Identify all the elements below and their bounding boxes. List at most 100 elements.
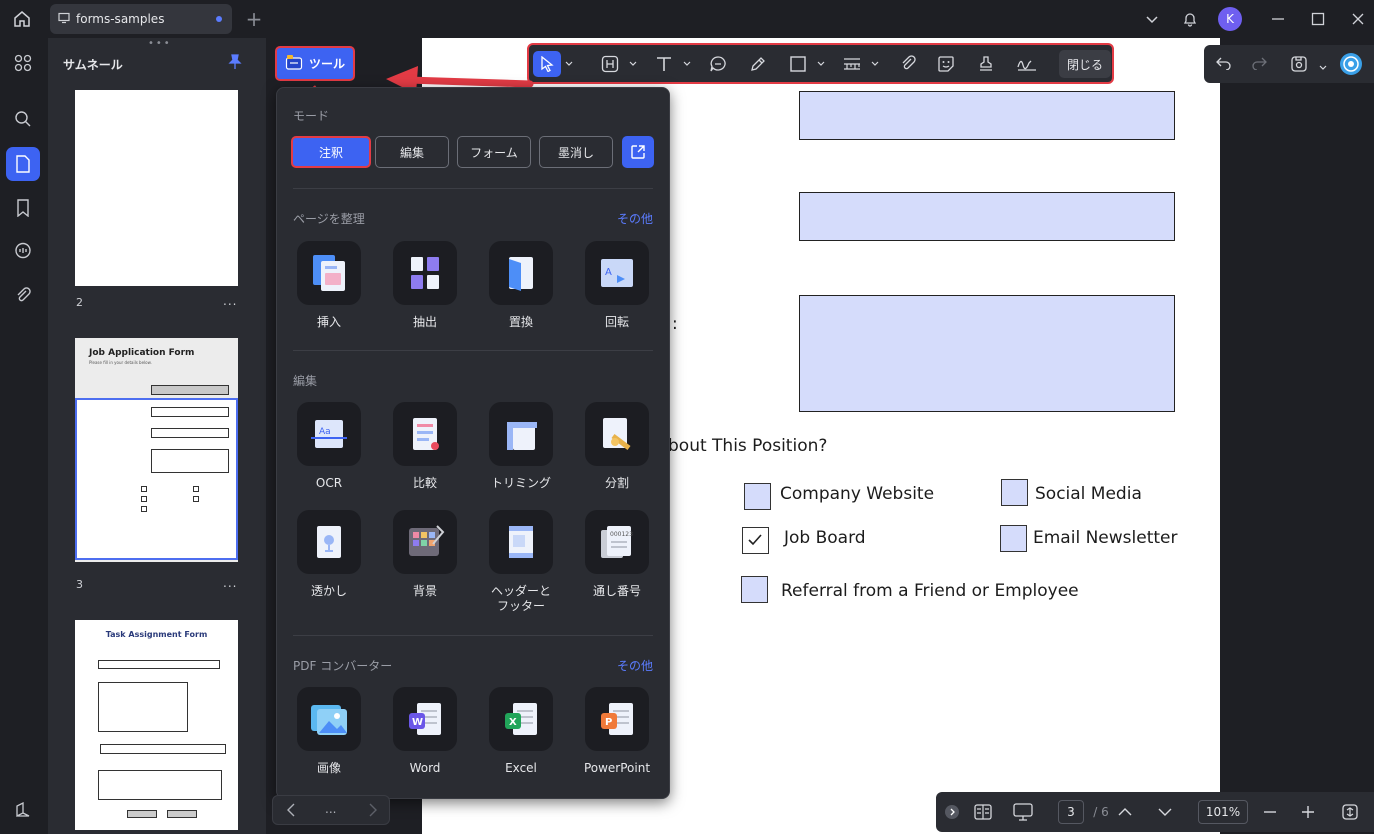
split-icon[interactable] xyxy=(585,402,649,466)
layers-icon[interactable] xyxy=(6,793,40,827)
partial-field-label: : xyxy=(672,314,678,334)
chevron-up-icon[interactable] xyxy=(1112,792,1138,832)
insert-page-icon[interactable] xyxy=(297,241,361,305)
new-tab-plus-icon[interactable]: + xyxy=(232,0,276,38)
page-layout-icon[interactable] xyxy=(970,792,996,832)
extract-page-icon[interactable] xyxy=(393,241,457,305)
chevron-down-icon[interactable] xyxy=(681,51,693,77)
save-icon[interactable] xyxy=(1290,55,1308,76)
bates-number-icon[interactable]: 000123 xyxy=(585,510,649,574)
redo-icon[interactable] xyxy=(1251,56,1267,73)
svg-text:W: W xyxy=(412,717,423,728)
ocr-icon[interactable]: Aa xyxy=(297,402,361,466)
highlight-text-icon[interactable] xyxy=(597,51,623,77)
powerpoint-convert-icon[interactable]: P xyxy=(585,687,649,751)
question-label: bout This Position? xyxy=(668,436,828,456)
form-text-field[interactable] xyxy=(799,91,1175,140)
mode-edit-button[interactable]: 編集 xyxy=(375,136,449,168)
thumbnail-form-title: Job Application Form xyxy=(89,348,195,358)
thumbnail-page-number: 3 xyxy=(76,578,83,591)
open-external-icon[interactable] xyxy=(622,136,654,168)
crop-icon[interactable] xyxy=(489,402,553,466)
home-icon[interactable] xyxy=(0,0,44,38)
sticker-icon[interactable] xyxy=(933,51,959,77)
page-total: / 6 xyxy=(1093,805,1109,819)
checkbox-job-board[interactable] xyxy=(742,527,769,554)
pencil-icon[interactable] xyxy=(745,51,771,77)
mode-redact-button[interactable]: 墨消し xyxy=(539,136,613,168)
chevron-down-icon[interactable] xyxy=(1152,792,1178,832)
form-text-field[interactable] xyxy=(799,192,1175,241)
tool-label: Excel xyxy=(505,761,537,775)
rectangle-shape-icon[interactable] xyxy=(785,51,811,77)
header-footer-icon[interactable] xyxy=(489,510,553,574)
fit-page-icon[interactable] xyxy=(1338,792,1362,832)
undo-icon[interactable] xyxy=(1216,56,1232,73)
mode-annotate-button[interactable]: 注釈 xyxy=(291,136,371,168)
document-tab[interactable]: forms-samples xyxy=(50,4,232,34)
close-window-icon[interactable] xyxy=(1336,0,1374,38)
organize-more-link[interactable]: その他 xyxy=(617,210,653,227)
close-toolbar-button[interactable]: 閉じる xyxy=(1059,50,1111,78)
attachment-icon[interactable] xyxy=(6,278,40,312)
compare-icon[interactable] xyxy=(393,402,457,466)
search-icon[interactable] xyxy=(6,102,40,136)
thumbnails-page-icon[interactable] xyxy=(6,147,40,181)
organize-section-title: ページを整理 xyxy=(293,212,365,226)
converter-more-link[interactable]: その他 xyxy=(617,657,653,674)
pager-dots[interactable]: ... xyxy=(325,802,336,816)
zoom-out-icon[interactable] xyxy=(1258,792,1282,832)
rotate-page-icon[interactable]: A xyxy=(585,241,649,305)
maximize-icon[interactable] xyxy=(1296,0,1340,38)
zoom-level-input[interactable]: 101% xyxy=(1198,800,1248,824)
bell-icon[interactable] xyxy=(1168,0,1212,38)
avatar[interactable]: K xyxy=(1218,7,1242,31)
zoom-in-icon[interactable] xyxy=(1296,792,1320,832)
page-number-input[interactable]: 3 xyxy=(1058,800,1084,824)
tool-label: 比較 xyxy=(412,476,437,490)
chevron-left-icon[interactable] xyxy=(287,803,295,820)
pin-icon[interactable] xyxy=(228,54,242,73)
chevron-down-icon[interactable] xyxy=(815,51,827,77)
apps-grid-icon[interactable] xyxy=(6,46,40,80)
chevron-down-icon[interactable] xyxy=(563,51,575,77)
thumbnail-more-button[interactable]: ... xyxy=(223,576,237,590)
chevron-right-icon[interactable] xyxy=(369,803,377,820)
tools-popup: モード 注釈 編集 フォーム 墨消し ページを整理 その他 挿入 抽出 置換 A… xyxy=(276,87,670,799)
page-thumbnail-2[interactable] xyxy=(75,90,238,286)
comment-bubble-icon[interactable] xyxy=(705,51,731,77)
excel-convert-icon[interactable]: X xyxy=(489,687,553,751)
form-textarea-field[interactable] xyxy=(799,295,1175,412)
stamp-icon[interactable] xyxy=(973,51,999,77)
bookmark-icon[interactable] xyxy=(6,191,40,225)
checkbox-email-newsletter[interactable] xyxy=(1000,525,1027,552)
converter-section-title: PDF コンバーター xyxy=(293,659,393,673)
thumbnail-more-button[interactable]: ... xyxy=(223,294,237,308)
image-convert-icon[interactable] xyxy=(297,687,361,751)
svg-text:A: A xyxy=(605,267,612,278)
comment-icon[interactable] xyxy=(6,234,40,268)
page-thumbnail-4[interactable]: Task Assignment Form xyxy=(75,620,238,830)
replace-page-icon[interactable] xyxy=(489,241,553,305)
chevron-down-icon[interactable] xyxy=(627,51,639,77)
drag-handle[interactable]: ••• xyxy=(148,38,172,49)
word-convert-icon[interactable]: W xyxy=(393,687,457,751)
measure-ruler-icon[interactable] xyxy=(839,51,865,77)
checkbox-company-website[interactable] xyxy=(744,483,771,510)
checkbox-referral[interactable] xyxy=(741,576,768,603)
background-icon[interactable] xyxy=(393,510,457,574)
signature-icon[interactable] xyxy=(1013,51,1041,77)
page-thumbnail-3[interactable]: Job Application Form Please fill in your… xyxy=(75,338,238,562)
minimize-icon[interactable] xyxy=(1256,0,1300,38)
tool-label: OCR xyxy=(315,476,343,490)
collapse-arrow-icon[interactable] xyxy=(942,792,962,832)
chevron-down-icon[interactable] xyxy=(869,51,881,77)
mode-form-button[interactable]: フォーム xyxy=(457,136,531,168)
presentation-icon[interactable] xyxy=(1010,792,1036,832)
text-tool-icon[interactable] xyxy=(651,51,677,77)
paperclip-icon[interactable] xyxy=(895,51,921,77)
watermark-icon[interactable] xyxy=(297,510,361,574)
ai-assistant-icon[interactable] xyxy=(1339,52,1363,79)
chevron-down-icon[interactable] xyxy=(1319,60,1327,74)
checkbox-social-media[interactable] xyxy=(1001,479,1028,506)
